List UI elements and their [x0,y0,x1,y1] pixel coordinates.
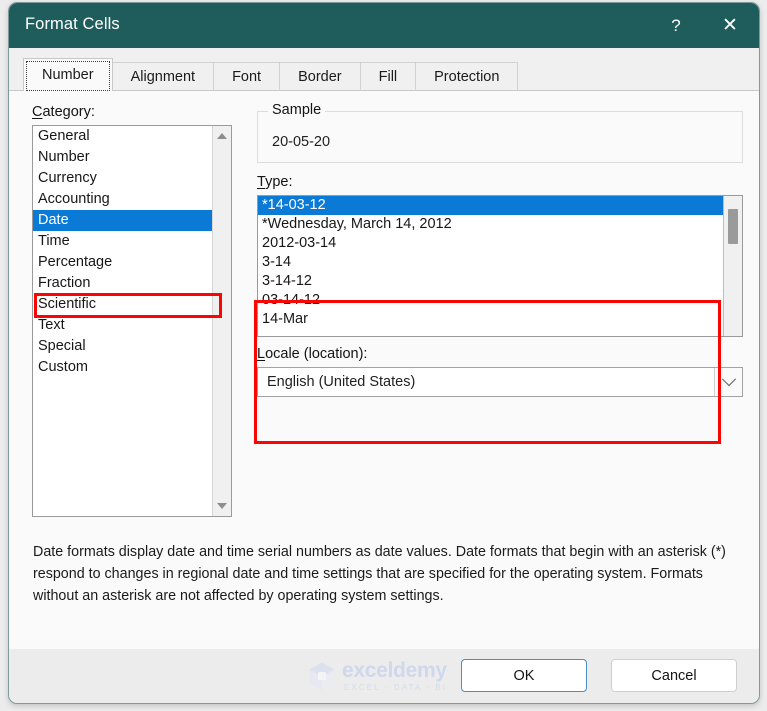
scroll-down-icon[interactable] [213,497,231,515]
category-item-scientific[interactable]: Scientific [33,294,212,315]
cancel-button[interactable]: Cancel [611,659,737,692]
category-item-date[interactable]: Date [33,210,212,231]
type-item-3[interactable]: 3-14 [258,253,723,272]
locale-dropdown[interactable]: English (United States) [257,367,743,397]
scroll-up-icon[interactable] [213,127,231,145]
locale-selected-value: English (United States) [267,374,416,390]
tab-label: Alignment [130,69,196,85]
category-item-list: General Number Currency Accounting Date … [33,126,212,378]
chevron-down-icon[interactable] [714,368,742,396]
type-scrollbar[interactable] [723,196,742,336]
sample-value: 20-05-20 [272,134,331,150]
cube-logo-icon [309,662,335,690]
type-item-0[interactable]: *14-03-12 [258,196,723,215]
tab-protection[interactable]: Protection [416,62,519,91]
category-item-general[interactable]: General [33,126,212,147]
sample-legend: Sample [268,102,326,118]
type-item-1[interactable]: *Wednesday, March 14, 2012 [258,215,723,234]
tab-border[interactable]: Border [280,62,361,91]
dialog-footer: exceldemy EXCEL · DATA · BI OK Cancel [9,649,759,703]
format-cells-dialog: Format Cells ? ✕ Number Alignment Font B… [8,2,760,704]
category-item-number[interactable]: Number [33,147,212,168]
help-glyph: ? [671,15,681,35]
category-item-currency[interactable]: Currency [33,168,212,189]
type-item-2[interactable]: 2012-03-14 [258,234,723,253]
exceldemy-watermark: exceldemy EXCEL · DATA · BI [309,660,447,692]
tab-number[interactable]: Number [23,58,113,91]
category-item-percentage[interactable]: Percentage [33,252,212,273]
tab-label: Protection [434,69,500,85]
tab-fill[interactable]: Fill [360,62,417,91]
type-item-6[interactable]: 14-Mar [258,310,723,329]
category-accesskey: C [32,104,43,120]
category-item-text[interactable]: Text [33,315,212,336]
tab-label: Number [42,67,94,83]
close-glyph: ✕ [722,15,738,36]
tab-label: Fill [378,69,398,85]
tab-alignment[interactable]: Alignment [112,62,215,91]
page-title: Format Cells [25,15,120,33]
type-label: Type: [257,174,292,190]
category-item-fraction[interactable]: Fraction [33,273,212,294]
cancel-label: Cancel [651,667,697,684]
locale-label-rest: ocale (location): [265,346,368,362]
category-item-time[interactable]: Time [33,231,212,252]
watermark-name: exceldemy [342,659,447,682]
tab-label: Font [232,69,262,85]
category-item-accounting[interactable]: Accounting [33,189,212,210]
type-label-rest: ype: [265,174,293,190]
description-text: Date formats display date and time seria… [33,544,726,604]
category-listbox[interactable]: General Number Currency Accounting Date … [32,125,232,517]
type-item-4[interactable]: 3-14-12 [258,272,723,291]
tab-label: Border [298,69,342,85]
category-label: Category: [32,104,95,120]
title-bar: Format Cells ? ✕ [9,3,759,48]
category-scrollbar[interactable] [212,126,231,516]
close-icon[interactable]: ✕ [707,3,753,48]
type-item-list: *14-03-12 *Wednesday, March 14, 2012 201… [258,196,723,329]
watermark-tagline: EXCEL · DATA · BI [344,683,448,692]
type-listbox[interactable]: *14-03-12 *Wednesday, March 14, 2012 201… [257,195,743,337]
help-icon[interactable]: ? [653,3,699,48]
ok-button[interactable]: OK [461,659,587,692]
category-item-special[interactable]: Special [33,336,212,357]
type-item-5[interactable]: 03-14-12 [258,291,723,310]
tab-list: Number Alignment Font Border Fill Protec… [23,55,519,91]
sample-group: Sample 20-05-20 [257,102,743,163]
scrollbar-thumb[interactable] [728,209,738,244]
ok-label: OK [513,667,535,684]
tab-font[interactable]: Font [214,62,281,91]
category-label-rest: ategory: [42,104,95,120]
locale-accesskey: L [257,346,266,362]
type-accesskey: T [257,174,266,190]
locale-label: Locale (location): [257,346,367,362]
number-tab-panel: Category: General Number Currency Accoun… [9,90,759,651]
tab-strip: Number Alignment Font Border Fill Protec… [9,48,759,91]
watermark-text: exceldemy EXCEL · DATA · BI [342,660,447,692]
category-item-custom[interactable]: Custom [33,357,212,378]
